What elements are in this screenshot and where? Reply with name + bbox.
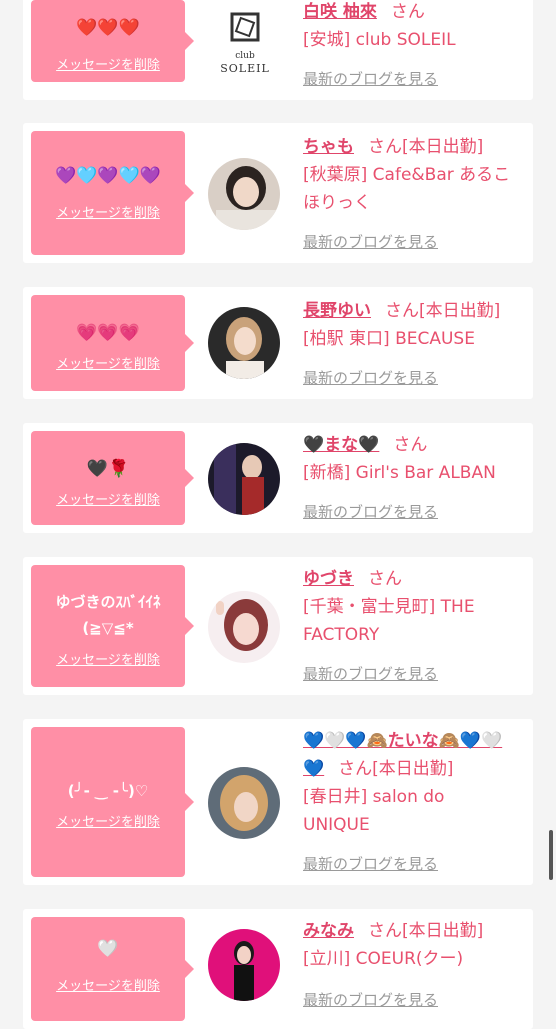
cast-name-link[interactable]: 白咲 柚來 [303, 2, 377, 22]
shop-logo[interactable]: club SOLEIL [208, 10, 280, 82]
cast-avatar[interactable] [208, 443, 280, 515]
latest-blog-link[interactable]: 最新のブログを見る [303, 663, 438, 684]
svg-text:club: club [235, 51, 255, 61]
delete-message-link[interactable]: メッセージを削除 [31, 202, 185, 221]
cast-info: 白咲 柚來 さん [安城] club SOLEIL [303, 0, 528, 54]
cast-name-link[interactable]: ちゃも [303, 137, 354, 157]
cast-suffix: さん[本日出勤] [338, 759, 454, 779]
shop-name: [春日井] salon do UNIQUE [303, 787, 445, 835]
avatar-photo-icon [208, 591, 280, 663]
cast-suffix: さん [390, 2, 425, 22]
message-text: (╯- ‿ -╰)♡ [67, 782, 149, 800]
avatar-photo-icon [208, 307, 280, 379]
scrollbar-thumb[interactable] [549, 830, 553, 880]
cast-info: 長野ゆい さん[本日出勤] [柏駅 東口] BECAUSE [303, 297, 528, 353]
cast-info: 🖤まな🖤 さん [新橋] Girl's Bar ALBAN [303, 431, 528, 487]
delete-message-link[interactable]: メッセージを削除 [31, 489, 185, 508]
message-card: ❤️❤️❤️ メッセージを削除 club SOLEIL 白咲 柚來 さん [安城]… [23, 0, 533, 100]
cast-suffix: さん [393, 435, 428, 455]
delete-message-link[interactable]: メッセージを削除 [31, 811, 185, 830]
shop-name: [秋葉原] Cafe&Bar あるこほりっく [303, 165, 511, 213]
message-text: 💗💗💗 [76, 323, 140, 343]
message-card: 💜🩵💜🩵💜 メッセージを削除 ちゃも さん[本日出勤] [秋葉原] Cafe&Ba… [23, 123, 533, 263]
cast-suffix: さん[本日出勤] [368, 921, 484, 941]
message-bubble: 💗💗💗 メッセージを削除 [31, 295, 194, 391]
latest-blog-link[interactable]: 最新のブログを見る [303, 68, 438, 89]
cast-avatar[interactable] [208, 929, 280, 1001]
message-card: ゆづきのｽﾊﾞｲｲﾈ (≧▽≦* メッセージを削除 ゆづき さん [千葉・富士見町… [23, 557, 533, 695]
message-text: 🤍 [97, 939, 119, 959]
message-card: 💗💗💗 メッセージを削除 長野ゆい さん[本日出勤] [柏駅 東口] BECAUS… [23, 287, 533, 399]
message-text: ゆづきのｽﾊﾞｲｲﾈ (≧▽≦* [55, 593, 161, 637]
cast-info: 💙🤍💙🙈たいな🙈💙🤍💙 さん[本日出勤] [春日井] salon do UNIQU… [303, 727, 508, 839]
latest-blog-link[interactable]: 最新のブログを見る [303, 367, 438, 388]
message-bubble: 💜🩵💜🩵💜 メッセージを削除 [31, 131, 194, 255]
shop-name: [柏駅 東口] BECAUSE [303, 329, 475, 349]
cast-suffix: さん[本日出勤] [385, 301, 501, 321]
latest-blog-link[interactable]: 最新のブログを見る [303, 231, 438, 252]
cast-info: みなみ さん[本日出勤] [立川] COEUR(クー) [303, 917, 528, 973]
message-bubble: ❤️❤️❤️ メッセージを削除 [31, 0, 194, 82]
message-card: 🤍 メッセージを削除 みなみ さん[本日出勤] [立川] COEUR(クー) 最新… [23, 909, 533, 1029]
message-card: 🖤🌹 メッセージを削除 🖤まな🖤 さん [新橋] Girl's Bar ALBAN… [23, 423, 533, 533]
cast-suffix: さん [368, 569, 402, 589]
cast-name-link[interactable]: 🖤まな🖤 [303, 435, 379, 455]
cast-avatar[interactable] [208, 767, 280, 839]
message-text: 💜🩵💜🩵💜 [55, 166, 161, 186]
cast-suffix: さん[本日出勤] [368, 137, 484, 157]
cast-name-link[interactable]: 長野ゆい [303, 301, 371, 321]
cast-name-link[interactable]: ゆづき [303, 569, 354, 589]
latest-blog-link[interactable]: 最新のブログを見る [303, 501, 438, 522]
message-bubble: 🤍 メッセージを削除 [31, 917, 194, 1021]
message-bubble: 🖤🌹 メッセージを削除 [31, 431, 194, 525]
avatar-photo-icon [208, 443, 280, 515]
svg-text:SOLEIL: SOLEIL [220, 62, 270, 75]
avatar-photo-icon [208, 929, 280, 1001]
club-soleil-logo-icon: club SOLEIL [220, 12, 270, 75]
delete-message-link[interactable]: メッセージを削除 [31, 353, 185, 372]
message-text: 🖤🌹 [86, 459, 130, 479]
cast-avatar[interactable] [208, 307, 280, 379]
message-bubble: (╯- ‿ -╰)♡ メッセージを削除 [31, 727, 194, 877]
cast-avatar[interactable] [208, 591, 280, 663]
cast-name-link[interactable]: みなみ [303, 921, 354, 941]
avatar-photo-icon [208, 767, 280, 839]
message-card: (╯- ‿ -╰)♡ メッセージを削除 💙🤍💙🙈たいな🙈💙🤍💙 さん[本日出勤] … [23, 719, 533, 885]
cast-info: ちゃも さん[本日出勤] [秋葉原] Cafe&Bar あるこほりっく [303, 133, 528, 217]
message-bubble: ゆづきのｽﾊﾞｲｲﾈ (≧▽≦* メッセージを削除 [31, 565, 194, 687]
cast-avatar[interactable] [208, 158, 280, 230]
avatar-photo-icon [208, 158, 280, 230]
shop-name: [安城] club SOLEIL [303, 30, 456, 50]
delete-message-link[interactable]: メッセージを削除 [31, 54, 185, 73]
delete-message-link[interactable]: メッセージを削除 [31, 975, 185, 994]
delete-message-link[interactable]: メッセージを削除 [31, 649, 185, 668]
message-text: ❤️❤️❤️ [76, 18, 140, 38]
cast-info: ゆづき さん [千葉・富士見町] THE FACTORY [303, 565, 528, 649]
shop-name: [立川] COEUR(クー) [303, 949, 464, 969]
shop-name: [千葉・富士見町] THE FACTORY [303, 597, 475, 645]
shop-name: [新橋] Girl's Bar ALBAN [303, 463, 496, 483]
latest-blog-link[interactable]: 最新のブログを見る [303, 853, 438, 874]
